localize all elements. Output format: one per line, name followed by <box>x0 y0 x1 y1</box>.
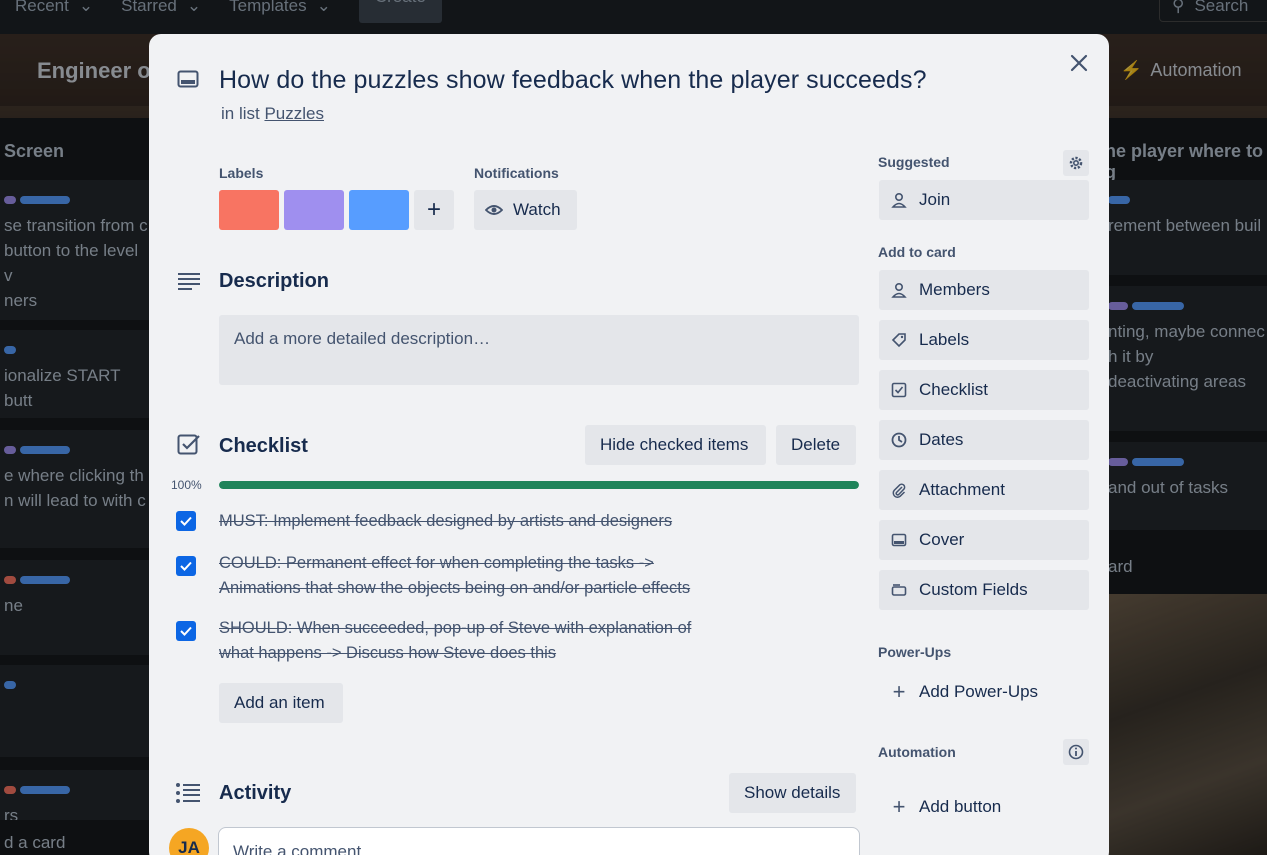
add-button-label: Add button <box>919 797 1002 816</box>
dates-label: Dates <box>919 430 964 449</box>
checklist-item-checkbox[interactable] <box>176 556 196 576</box>
checkmark-icon <box>180 626 192 636</box>
checklist-icon <box>891 382 907 398</box>
power-ups-heading: Power-Ups <box>878 644 952 660</box>
plus-icon: + <box>892 794 906 819</box>
info-icon[interactable] <box>1063 739 1089 765</box>
delete-checklist-button[interactable]: Delete <box>776 425 856 465</box>
attachment-button[interactable]: Attachment <box>879 470 1089 510</box>
attachment-label: Attachment <box>919 480 1005 499</box>
notifications-heading: Notifications <box>474 165 559 181</box>
checklist-item-text[interactable]: SHOULD: When succeeded, pop-up of Steve … <box>219 616 729 666</box>
add-power-ups-label: Add Power-Ups <box>919 682 1039 701</box>
custom-fields-label: Custom Fields <box>919 580 1028 599</box>
description-field[interactable]: Add a more detailed description… <box>219 315 859 385</box>
card-title[interactable]: How do the puzzles show feedback when th… <box>219 66 927 95</box>
plus-icon: + <box>892 679 906 704</box>
card-detail-modal: How do the puzzles show feedback when th… <box>149 34 1109 855</box>
cover-label: Cover <box>919 530 965 549</box>
checklist-item-checkbox[interactable] <box>176 621 196 641</box>
label-chip-red[interactable] <box>219 190 279 230</box>
plus-icon: + <box>426 196 441 223</box>
description-icon <box>178 273 200 290</box>
custom-fields-button[interactable]: Custom Fields <box>879 570 1089 610</box>
list-link[interactable]: Puzzles <box>264 104 324 123</box>
clock-icon <box>891 432 907 448</box>
checklist-button[interactable]: Checklist <box>879 370 1089 410</box>
comment-input[interactable]: Write a comment… <box>218 827 860 855</box>
join-button[interactable]: Join <box>879 180 1089 220</box>
checkmark-icon <box>180 516 192 526</box>
description-heading: Description <box>219 270 330 292</box>
members-button[interactable]: Members <box>879 270 1089 310</box>
checklist-progress-fill <box>219 481 859 489</box>
add-checklist-item-button[interactable]: Add an item <box>219 683 343 723</box>
watch-button[interactable]: Watch <box>474 190 577 230</box>
person-icon <box>891 282 907 298</box>
checklist-item-checkbox[interactable] <box>176 511 196 531</box>
add-power-ups-button[interactable]: + Add Power-Ups <box>879 679 1039 704</box>
hide-checked-items-button[interactable]: Hide checked items <box>585 425 766 465</box>
show-details-button[interactable]: Show details <box>729 773 856 813</box>
avatar[interactable]: JA <box>169 828 209 855</box>
person-icon <box>891 192 907 208</box>
dates-button[interactable]: Dates <box>879 420 1089 460</box>
label-chip-purple[interactable] <box>284 190 344 230</box>
activity-heading: Activity <box>219 782 292 804</box>
card-icon <box>177 70 199 88</box>
watch-label: Watch <box>513 200 561 219</box>
join-label: Join <box>919 190 951 209</box>
activity-icon <box>176 783 200 803</box>
members-label: Members <box>919 280 990 299</box>
checklist-item-text[interactable]: MUST: Implement feedback designed by art… <box>219 509 779 534</box>
checklist-progress-bar <box>219 481 859 489</box>
checklist-icon <box>177 434 200 455</box>
labels-button[interactable]: Labels <box>879 320 1089 360</box>
gear-icon[interactable] <box>1063 150 1089 176</box>
cover-button[interactable]: Cover <box>879 520 1089 560</box>
suggested-heading: Suggested <box>878 154 950 170</box>
checkmark-icon <box>180 561 192 571</box>
custom-fields-icon <box>891 584 907 596</box>
add-to-card-heading: Add to card <box>878 244 956 260</box>
automation-heading: Automation <box>878 744 956 760</box>
checklist-heading: Checklist <box>219 435 308 457</box>
close-icon[interactable] <box>1067 51 1091 75</box>
checklist-item-text[interactable]: COULD: Permanent effect for when complet… <box>219 551 739 601</box>
checklist-progress-percent: 100% <box>171 478 202 492</box>
label-chip-blue[interactable] <box>349 190 409 230</box>
add-label-button[interactable]: + <box>414 190 454 230</box>
in-list-prefix: in list <box>221 104 265 123</box>
checklist-label: Checklist <box>919 380 988 399</box>
labels-label: Labels <box>919 330 970 349</box>
in-list-text: in list Puzzles <box>221 104 324 124</box>
add-button-button[interactable]: + Add button <box>879 794 1002 819</box>
tag-icon <box>891 333 906 348</box>
paperclip-icon <box>892 483 906 498</box>
labels-heading: Labels <box>219 165 264 181</box>
cover-icon <box>891 533 907 547</box>
eye-icon <box>485 205 503 215</box>
